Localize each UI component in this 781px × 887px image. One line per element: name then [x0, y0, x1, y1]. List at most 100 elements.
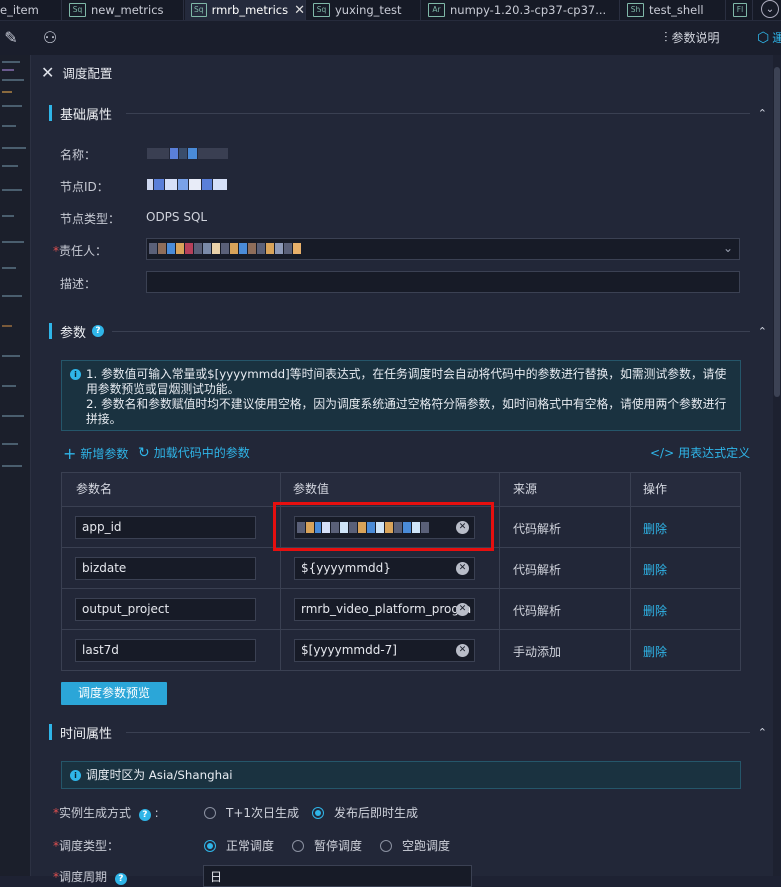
sql-file-icon: Sq: [313, 3, 330, 17]
clear-icon[interactable]: ✕: [456, 603, 469, 616]
column-header-action: 操作: [643, 482, 668, 496]
chevron-up-icon[interactable]: ⌃: [758, 325, 767, 338]
instance-mode-label: *实例生成方式 ? :: [53, 806, 159, 821]
owner-value-redacted: [149, 243, 301, 254]
param-value-text: $[yyyymmdd-7]: [301, 643, 397, 657]
column-header-name: 参数名: [76, 482, 113, 496]
radio-circle: [380, 839, 392, 852]
format-tool-icon[interactable]: ✎: [1, 28, 21, 48]
radio-pause-schedule[interactable]: 暂停调度: [292, 837, 362, 854]
sql-file-icon: Sq: [69, 3, 86, 17]
param-source: 代码解析: [513, 604, 562, 618]
param-value-input[interactable]: rmrb_video_platform_progra ✕: [294, 598, 475, 621]
section-divider: [126, 112, 750, 114]
section-bar: [49, 323, 52, 339]
owner-select[interactable]: ⌄: [146, 238, 740, 260]
info-icon: i: [70, 770, 81, 781]
tab-se-item[interactable]: se_item: [0, 0, 62, 20]
param-value-input[interactable]: $[yyyymmdd-7] ✕: [294, 639, 475, 662]
load-params-label: 加载代码中的参数: [153, 446, 250, 460]
param-name-input[interactable]: output_project: [75, 598, 256, 621]
clear-icon[interactable]: ✕: [456, 562, 469, 575]
node-type-label: 节点类型：: [60, 212, 121, 226]
lineage-icon[interactable]: ⚇: [40, 28, 60, 48]
delete-param-link[interactable]: 删除: [643, 520, 667, 537]
extra-tool-button[interactable]: ⬡ 運: [757, 29, 781, 46]
sql-file-icon: Sq: [191, 3, 207, 17]
section-bar: [49, 105, 52, 121]
node-type-value: ODPS SQL: [146, 210, 208, 224]
tab-label: numpy-1.20.3-cp37-cp37...: [450, 3, 607, 17]
column-header-source: 来源: [513, 482, 538, 496]
panel-scrollbar[interactable]: [773, 55, 781, 876]
owner-label: *责任人：: [53, 244, 108, 258]
chevron-down-icon[interactable]: ⌄: [723, 241, 733, 255]
expr-define-label: 用表达式定义: [678, 446, 751, 460]
load-code-params-button[interactable]: ↻ 加载代码中的参数: [138, 444, 250, 461]
close-icon[interactable]: ✕: [41, 63, 54, 82]
radio-dry-run-schedule[interactable]: 空跑调度: [380, 837, 450, 854]
section-title: 时间属性: [60, 726, 113, 742]
tab-rmrb-metrics[interactable]: Sq rmrb_metrics ✕: [185, 0, 306, 20]
section-divider: [126, 731, 750, 733]
tab-label: se_item: [0, 3, 39, 17]
table-row: last7d $[yyyymmdd-7] ✕ 手动添加 删除: [62, 629, 740, 671]
section-time-attributes[interactable]: 时间属性 ⌃: [49, 721, 767, 743]
description-input[interactable]: [146, 271, 740, 293]
chevron-up-icon[interactable]: ⌃: [758, 107, 767, 120]
plus-icon: +: [63, 444, 77, 463]
param-preview-button[interactable]: 调度参数预览: [61, 682, 167, 705]
delete-param-link[interactable]: 删除: [643, 602, 667, 619]
timezone-info-box: i 调度时区为 Asia/Shanghai: [61, 761, 741, 789]
param-help-button[interactable]: ⫶ 参数说明: [664, 29, 720, 46]
editor-toolbar: ✎ ⚇ ⫶ 参数说明 ⬡ 運: [0, 21, 781, 56]
radio-normal-schedule[interactable]: 正常调度: [204, 837, 274, 854]
radio-label: 暂停调度: [314, 839, 363, 853]
radio-label: T+1次日生成: [226, 806, 300, 820]
flink-file-icon: Fl: [733, 3, 747, 17]
schedule-type-label: *调度类型：: [53, 839, 120, 853]
node-id-value-redacted: [147, 179, 227, 190]
name-value-redacted: [147, 148, 228, 159]
close-tab-icon[interactable]: ✕: [294, 3, 305, 18]
expression-define-button[interactable]: </> 用表达式定义: [650, 444, 750, 461]
help-icon[interactable]: ?: [92, 325, 105, 337]
delete-param-link[interactable]: 删除: [643, 643, 667, 660]
section-params[interactable]: 参数 ? ⌃: [49, 320, 767, 342]
clear-icon[interactable]: ✕: [456, 644, 469, 657]
tab-yuxing-test[interactable]: Sq yuxing_test: [307, 0, 421, 20]
param-name-input[interactable]: bizdate: [75, 557, 256, 580]
section-bar: [49, 724, 52, 740]
radio-circle: [204, 806, 216, 819]
help-icon[interactable]: ?: [114, 873, 127, 885]
tab-label: new_metrics: [91, 3, 164, 17]
code-minimap[interactable]: [0, 55, 31, 876]
tab-numpy[interactable]: Ar numpy-1.20.3-cp37-cp37...: [422, 0, 620, 20]
tab-test-shell[interactable]: Sh test_shell: [621, 0, 726, 20]
hexagon-icon: ⬡: [757, 29, 770, 46]
add-param-button[interactable]: + 新增参数: [63, 444, 128, 463]
chevron-up-icon[interactable]: ⌃: [758, 726, 767, 739]
radio-instant-after-publish[interactable]: 发布后即时生成: [312, 804, 418, 821]
schedule-period-select[interactable]: 日: [203, 865, 472, 887]
scrollbar-thumb[interactable]: [774, 67, 780, 397]
radio-t1-next-day[interactable]: T+1次日生成: [204, 804, 299, 821]
tab-flink[interactable]: Fl: [727, 0, 753, 20]
archive-file-icon: Ar: [428, 3, 445, 17]
param-help-label: 参数说明: [671, 31, 720, 45]
radio-label: 发布后即时生成: [334, 806, 419, 820]
tab-new-metrics[interactable]: Sq new_metrics: [63, 0, 184, 20]
schedule-config-panel: ✕ 调度配置 基础属性 ⌃ 名称： 节点ID： 节点类型： ODPS SQL *…: [31, 55, 781, 887]
radio-label: 正常调度: [226, 839, 275, 853]
param-name-input[interactable]: last7d: [75, 639, 256, 662]
param-name-input[interactable]: app_id: [75, 516, 256, 539]
param-source: 代码解析: [513, 522, 562, 536]
params-info-box: i 1. 参数值可输入常量或$[yyyymmdd]等时间表达式，在任务调度时会自…: [61, 360, 741, 431]
extra-tool-label: 運: [772, 31, 781, 45]
chevron-down-icon[interactable]: ⌄: [761, 0, 779, 18]
delete-param-link[interactable]: 删除: [643, 561, 667, 578]
section-title: 参数: [60, 325, 87, 341]
help-icon[interactable]: ?: [138, 809, 151, 821]
section-basic-attributes[interactable]: 基础属性 ⌃: [49, 102, 767, 124]
param-value-input[interactable]: ${yyyymmdd} ✕: [294, 557, 475, 580]
